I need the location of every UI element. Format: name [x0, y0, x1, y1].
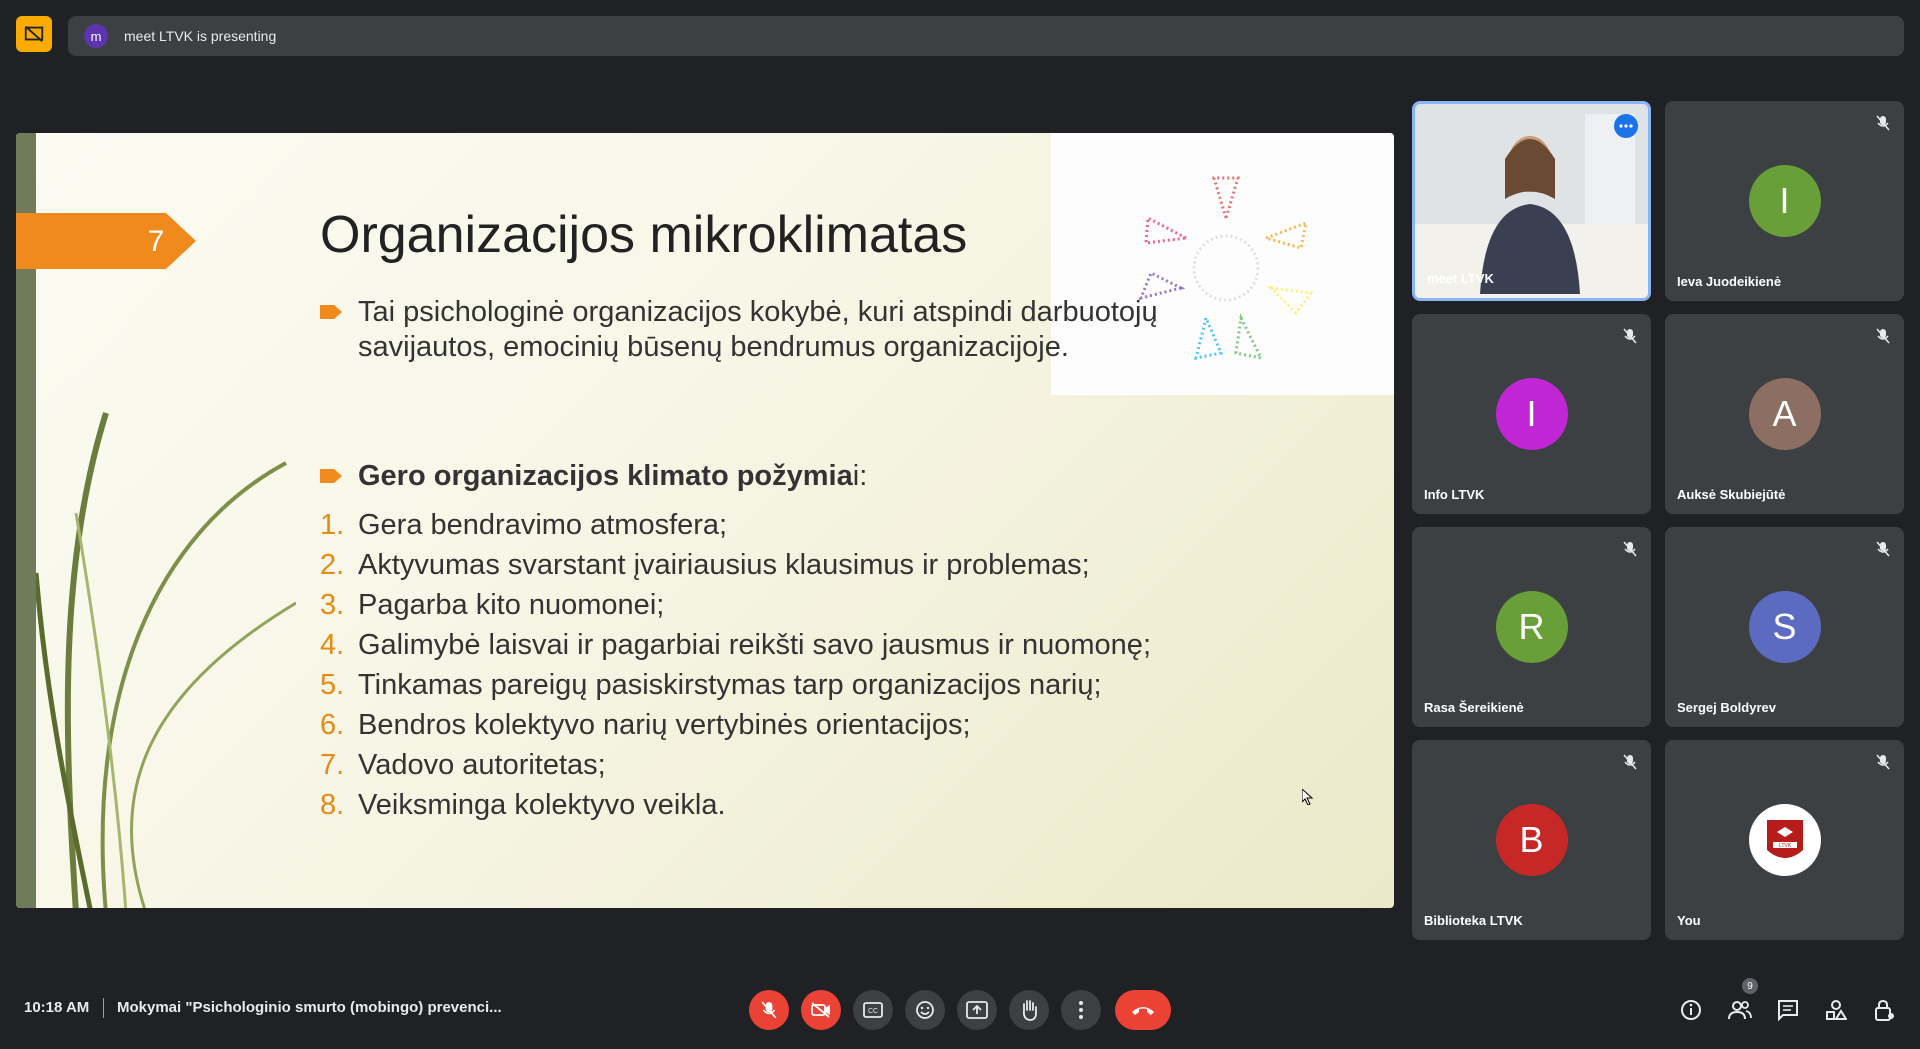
end-call-icon [1132, 1007, 1154, 1015]
avatar: A [1748, 378, 1821, 450]
reactions-button[interactable] [905, 990, 945, 1030]
host-controls-button[interactable] [1870, 996, 1898, 1024]
presenter-avatar: m [84, 24, 108, 48]
mic-off-icon [1876, 328, 1890, 344]
bullet-definition: Tai psichologinė organizacijos kokybė, k… [358, 296, 1158, 363]
avatar: S [1748, 591, 1821, 663]
participant-tile[interactable]: A Auksė Skubiejūtė [1665, 314, 1904, 514]
list-item: 2. Aktyvumas svarstant įvairiausius klaus… [320, 549, 1090, 581]
microphone-toggle-button[interactable] [749, 990, 789, 1030]
mic-off-icon [1623, 754, 1637, 770]
captions-button[interactable]: CC [853, 990, 893, 1030]
ltvk-logo-avatar: LTVK [1748, 804, 1821, 876]
camera-off-icon [811, 1002, 830, 1018]
more-options-button[interactable] [1614, 114, 1638, 138]
more-vert-icon [1079, 1001, 1083, 1019]
chat-icon [1778, 1000, 1798, 1021]
participant-tile-you[interactable]: LTVK You [1665, 740, 1904, 940]
participant-name: meet LTVK [1427, 271, 1494, 286]
participant-name: Sergej Boldyrev [1677, 700, 1776, 715]
participant-tile-meet-ltvk[interactable]: meet LTVK [1412, 101, 1651, 301]
grass-decoration [36, 412, 296, 908]
more-horiz-icon [1619, 124, 1633, 128]
people-icon [1728, 1001, 1752, 1020]
list-item: 4. Galimybė laisvai ir pagarbiai reikšti … [320, 629, 1151, 661]
participant-tile[interactable]: S Sergej Boldyrev [1665, 527, 1904, 727]
raise-hand-button[interactable] [1009, 990, 1049, 1030]
participant-name: Ieva Juodeikienė [1677, 274, 1782, 289]
avatar: I [1495, 378, 1568, 450]
camera-toggle-button[interactable] [801, 990, 841, 1030]
bullet-arrow-icon [320, 469, 342, 483]
mic-off-icon [1623, 541, 1637, 557]
avatar: R [1495, 591, 1568, 663]
presenting-banner: m meet LTVK is presenting [68, 16, 1904, 56]
participant-tile[interactable]: R Rasa Šereikienė [1412, 527, 1651, 727]
bullet-arrow-icon [320, 305, 342, 319]
meeting-title: Mokymai "Psichologinio smurto (mobingo) … [117, 999, 502, 1016]
list-item: 6. Bendros kolektyvo narių vertybinės ori… [320, 709, 971, 741]
present-now-button[interactable] [957, 990, 997, 1030]
leave-call-button[interactable] [1115, 990, 1171, 1030]
list-item: 7. Vadovo autoritetas; [320, 749, 606, 781]
divider [103, 998, 104, 1018]
slide-title: Organizacijos mikroklimatas [320, 206, 968, 264]
emoji-icon [916, 1001, 934, 1019]
chat-button[interactable] [1774, 996, 1802, 1024]
avatar: B [1495, 804, 1568, 876]
mic-off-icon [761, 1001, 777, 1019]
bullet-features-bold: Gero organizacijos klimato požymia [358, 460, 853, 492]
ltvk-logo: LTVK [1755, 811, 1814, 869]
mic-off-icon [1623, 328, 1637, 344]
participant-count-badge: 9 [1742, 978, 1758, 994]
raise-hand-icon [1022, 1000, 1037, 1021]
participant-tile[interactable]: I Ieva Juodeikienė [1665, 101, 1904, 301]
svg-text:CC: CC [868, 1008, 878, 1015]
participant-name: Biblioteka LTVK [1424, 913, 1523, 928]
participant-name: Info LTVK [1424, 487, 1485, 502]
mic-off-icon [1876, 754, 1890, 770]
presentation-icon-button[interactable] [16, 16, 52, 52]
participant-name: You [1677, 913, 1701, 928]
present-icon [966, 1001, 988, 1019]
slide-number: 7 [147, 225, 165, 258]
mic-off-icon [1876, 115, 1890, 131]
list-item: 3. Pagarba kito nuomonei; [320, 589, 665, 621]
list-item: 5. Tinkamas pareigų pasiskirstymas tarp o… [320, 669, 1102, 701]
participant-video [1415, 104, 1648, 298]
more-options-button[interactable] [1061, 990, 1101, 1030]
info-icon [1681, 1000, 1701, 1020]
stop-presenting-icon [24, 25, 44, 43]
participant-name: Rasa Šereikienė [1424, 700, 1524, 715]
list-item: 1. Gera bendravimo atmosfera; [320, 509, 728, 541]
captions-icon: CC [863, 1002, 883, 1018]
mic-off-icon [1876, 541, 1890, 557]
svg-text:LTVK: LTVK [1778, 843, 1791, 849]
meeting-details-button[interactable] [1677, 996, 1705, 1024]
bullet-features-rest: i: [852, 460, 868, 492]
bullet-features-heading: Gero organizacijos klimato požymiai: [358, 459, 867, 494]
activities-button[interactable] [1822, 996, 1850, 1024]
avatar: I [1748, 165, 1821, 237]
clock: 10:18 AM [24, 999, 90, 1016]
people-button[interactable] [1726, 996, 1754, 1024]
activities-icon [1826, 1000, 1847, 1020]
participant-tile[interactable]: I Info LTVK [1412, 314, 1651, 514]
mouse-cursor-icon [1302, 789, 1314, 805]
presenting-text: meet LTVK is presenting [124, 28, 277, 44]
list-item: 8. Veiksminga kolektyvo veikla. [320, 789, 726, 821]
host-controls-icon [1875, 999, 1894, 1021]
participant-name: Auksė Skubiejūtė [1677, 487, 1786, 502]
participant-tile[interactable]: B Biblioteka LTVK [1412, 740, 1651, 940]
presentation-slide: 7 Organizacijos mikroklimatas Tai psicho… [16, 133, 1394, 908]
